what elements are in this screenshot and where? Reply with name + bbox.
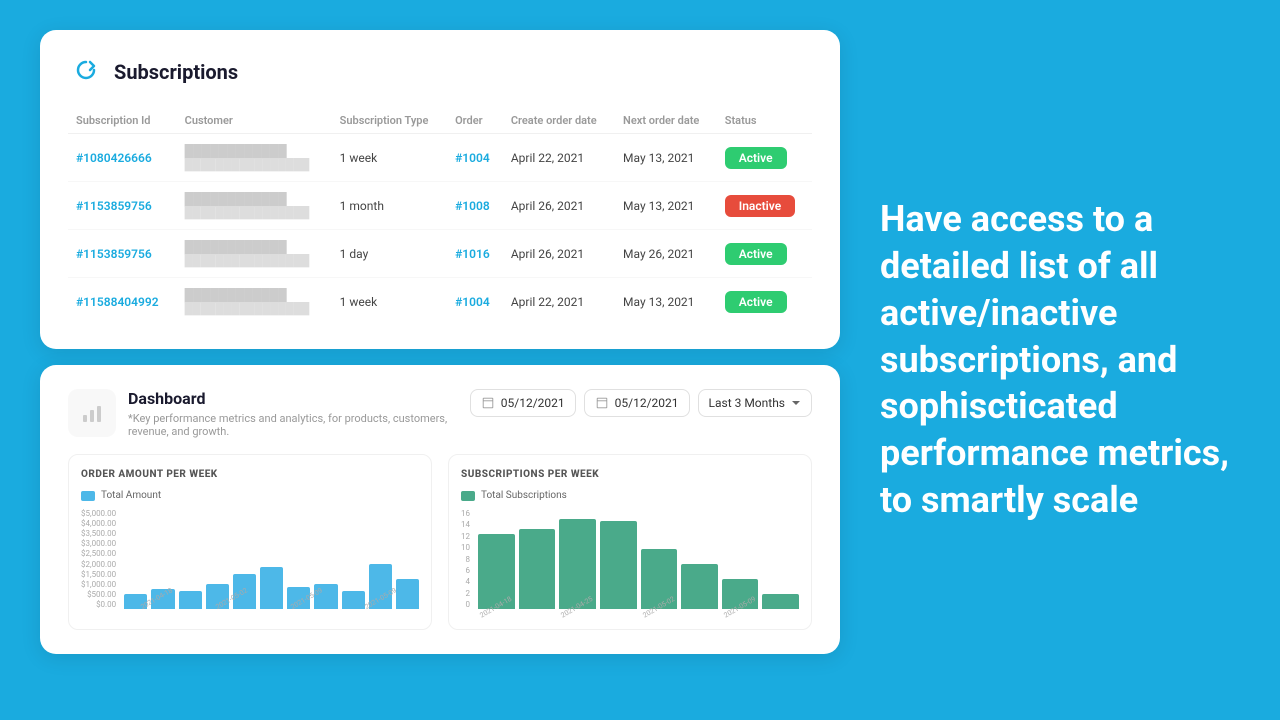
customer-name: ████████████ (185, 144, 324, 158)
customer-email: ████████████████ (185, 302, 324, 315)
chart2-title: SUBSCRIPTIONS PER WEEK (461, 469, 799, 480)
create-date: April 26, 2021 (503, 182, 615, 230)
order-link[interactable]: #1004 (455, 295, 490, 309)
dashboard-card: Dashboard *Key performance metrics and a… (40, 365, 840, 654)
sub-id[interactable]: #1153859756 (76, 247, 152, 261)
chart1-y-axis: $5,000.00 $4,000.00 $3,500.00 $3,000.00 … (81, 509, 116, 609)
dash-title-group: Dashboard *Key performance metrics and a… (68, 389, 448, 438)
status-badge: Active (725, 147, 787, 169)
customer-email: ████████████████ (185, 254, 324, 267)
dashboard-icon (68, 389, 116, 437)
dashboard-title: Dashboard (128, 389, 448, 408)
customer-name: ████████████ (185, 192, 324, 206)
col-header-type: Subscription Type (332, 108, 447, 134)
customer-email: ████████████████ (185, 158, 324, 171)
customer-name: ████████████ (185, 240, 324, 254)
table-row: #11588404992 ████████████ ██████████████… (68, 278, 812, 326)
col-header-id: Subscription Id (68, 108, 177, 134)
table-row: #1080426666 ████████████ ███████████████… (68, 134, 812, 182)
sub-id[interactable]: #1153859756 (76, 199, 152, 213)
order-link[interactable]: #1016 (455, 247, 490, 261)
left-panel: Subscriptions Subscription Id Customer S… (0, 10, 860, 710)
customer-email: ████████████████ (185, 206, 324, 219)
subscription-type: 1 week (332, 278, 447, 326)
subscriptions-header: Subscriptions (68, 54, 812, 90)
chart1-x-labels: 2021-04-182021-05-022021-05-092021-05-09 (124, 613, 419, 621)
date-from-input[interactable]: 05/12/2021 (470, 389, 576, 417)
status-badge: Active (725, 243, 787, 265)
customer-name: ████████████ (185, 288, 324, 302)
bar (260, 567, 283, 609)
chart2-bars (478, 509, 799, 609)
subscriptions-title: Subscriptions (114, 60, 238, 84)
sub-id[interactable]: #11588404992 (76, 295, 159, 309)
chart2-x-labels: 2021-04-182021-04-252021-05-022021-05-09 (478, 613, 799, 621)
dashboard-subtitle: *Key performance metrics and analytics, … (128, 412, 448, 438)
status-badge: Active (725, 291, 787, 313)
sub-id[interactable]: #1080426666 (76, 151, 152, 165)
bar (179, 591, 202, 609)
next-date: May 13, 2021 (615, 278, 717, 326)
col-header-next-date: Next order date (615, 108, 717, 134)
subscriptions-per-week-chart: SUBSCRIPTIONS PER WEEK Total Subscriptio… (448, 454, 812, 630)
col-header-order: Order (447, 108, 503, 134)
subscription-type: 1 day (332, 230, 447, 278)
table-row: #1153859756 ████████████ ███████████████… (68, 230, 812, 278)
date-to-input[interactable]: 05/12/2021 (584, 389, 690, 417)
subscriptions-table: Subscription Id Customer Subscription Ty… (68, 108, 812, 325)
col-header-status: Status (717, 108, 812, 134)
subscriptions-icon (68, 54, 104, 90)
subscription-type: 1 month (332, 182, 447, 230)
dashboard-header: Dashboard *Key performance metrics and a… (68, 389, 812, 438)
chart1-title: ORDER AMOUNT PER WEEK (81, 469, 419, 480)
create-date: April 22, 2021 (503, 134, 615, 182)
period-value: Last 3 Months (709, 396, 785, 410)
table-row: #1153859756 ████████████ ███████████████… (68, 182, 812, 230)
chart2-legend: Total Subscriptions (461, 490, 799, 501)
col-header-customer: Customer (177, 108, 332, 134)
next-date: May 13, 2021 (615, 134, 717, 182)
promo-text: Have access to a detailed list of all ac… (880, 196, 1240, 524)
right-panel: Have access to a detailed list of all ac… (860, 10, 1280, 710)
next-date: May 26, 2021 (615, 230, 717, 278)
chart1-legend: Total Amount (81, 490, 419, 501)
charts-row: ORDER AMOUNT PER WEEK Total Amount $5,00… (68, 454, 812, 630)
status-badge: Inactive (725, 195, 795, 217)
date-from-value: 05/12/2021 (501, 396, 565, 410)
chart2-legend-label: Total Subscriptions (481, 490, 567, 501)
order-link[interactable]: #1004 (455, 151, 490, 165)
create-date: April 22, 2021 (503, 278, 615, 326)
chart2-y-axis: 16 14 12 10 8 6 4 2 0 (461, 509, 470, 609)
subscription-type: 1 week (332, 134, 447, 182)
dashboard-controls: 05/12/2021 05/12/2021 Last 3 Months (470, 389, 812, 417)
date-to-value: 05/12/2021 (615, 396, 679, 410)
order-amount-chart: ORDER AMOUNT PER WEEK Total Amount $5,00… (68, 454, 432, 630)
create-date: April 26, 2021 (503, 230, 615, 278)
chart2-legend-dot (461, 491, 475, 501)
period-select[interactable]: Last 3 Months (698, 389, 812, 417)
order-link[interactable]: #1008 (455, 199, 490, 213)
chart1-legend-label: Total Amount (101, 490, 161, 501)
next-date: May 13, 2021 (615, 182, 717, 230)
chart1-legend-dot (81, 491, 95, 501)
subscriptions-card: Subscriptions Subscription Id Customer S… (40, 30, 840, 349)
col-header-create-date: Create order date (503, 108, 615, 134)
